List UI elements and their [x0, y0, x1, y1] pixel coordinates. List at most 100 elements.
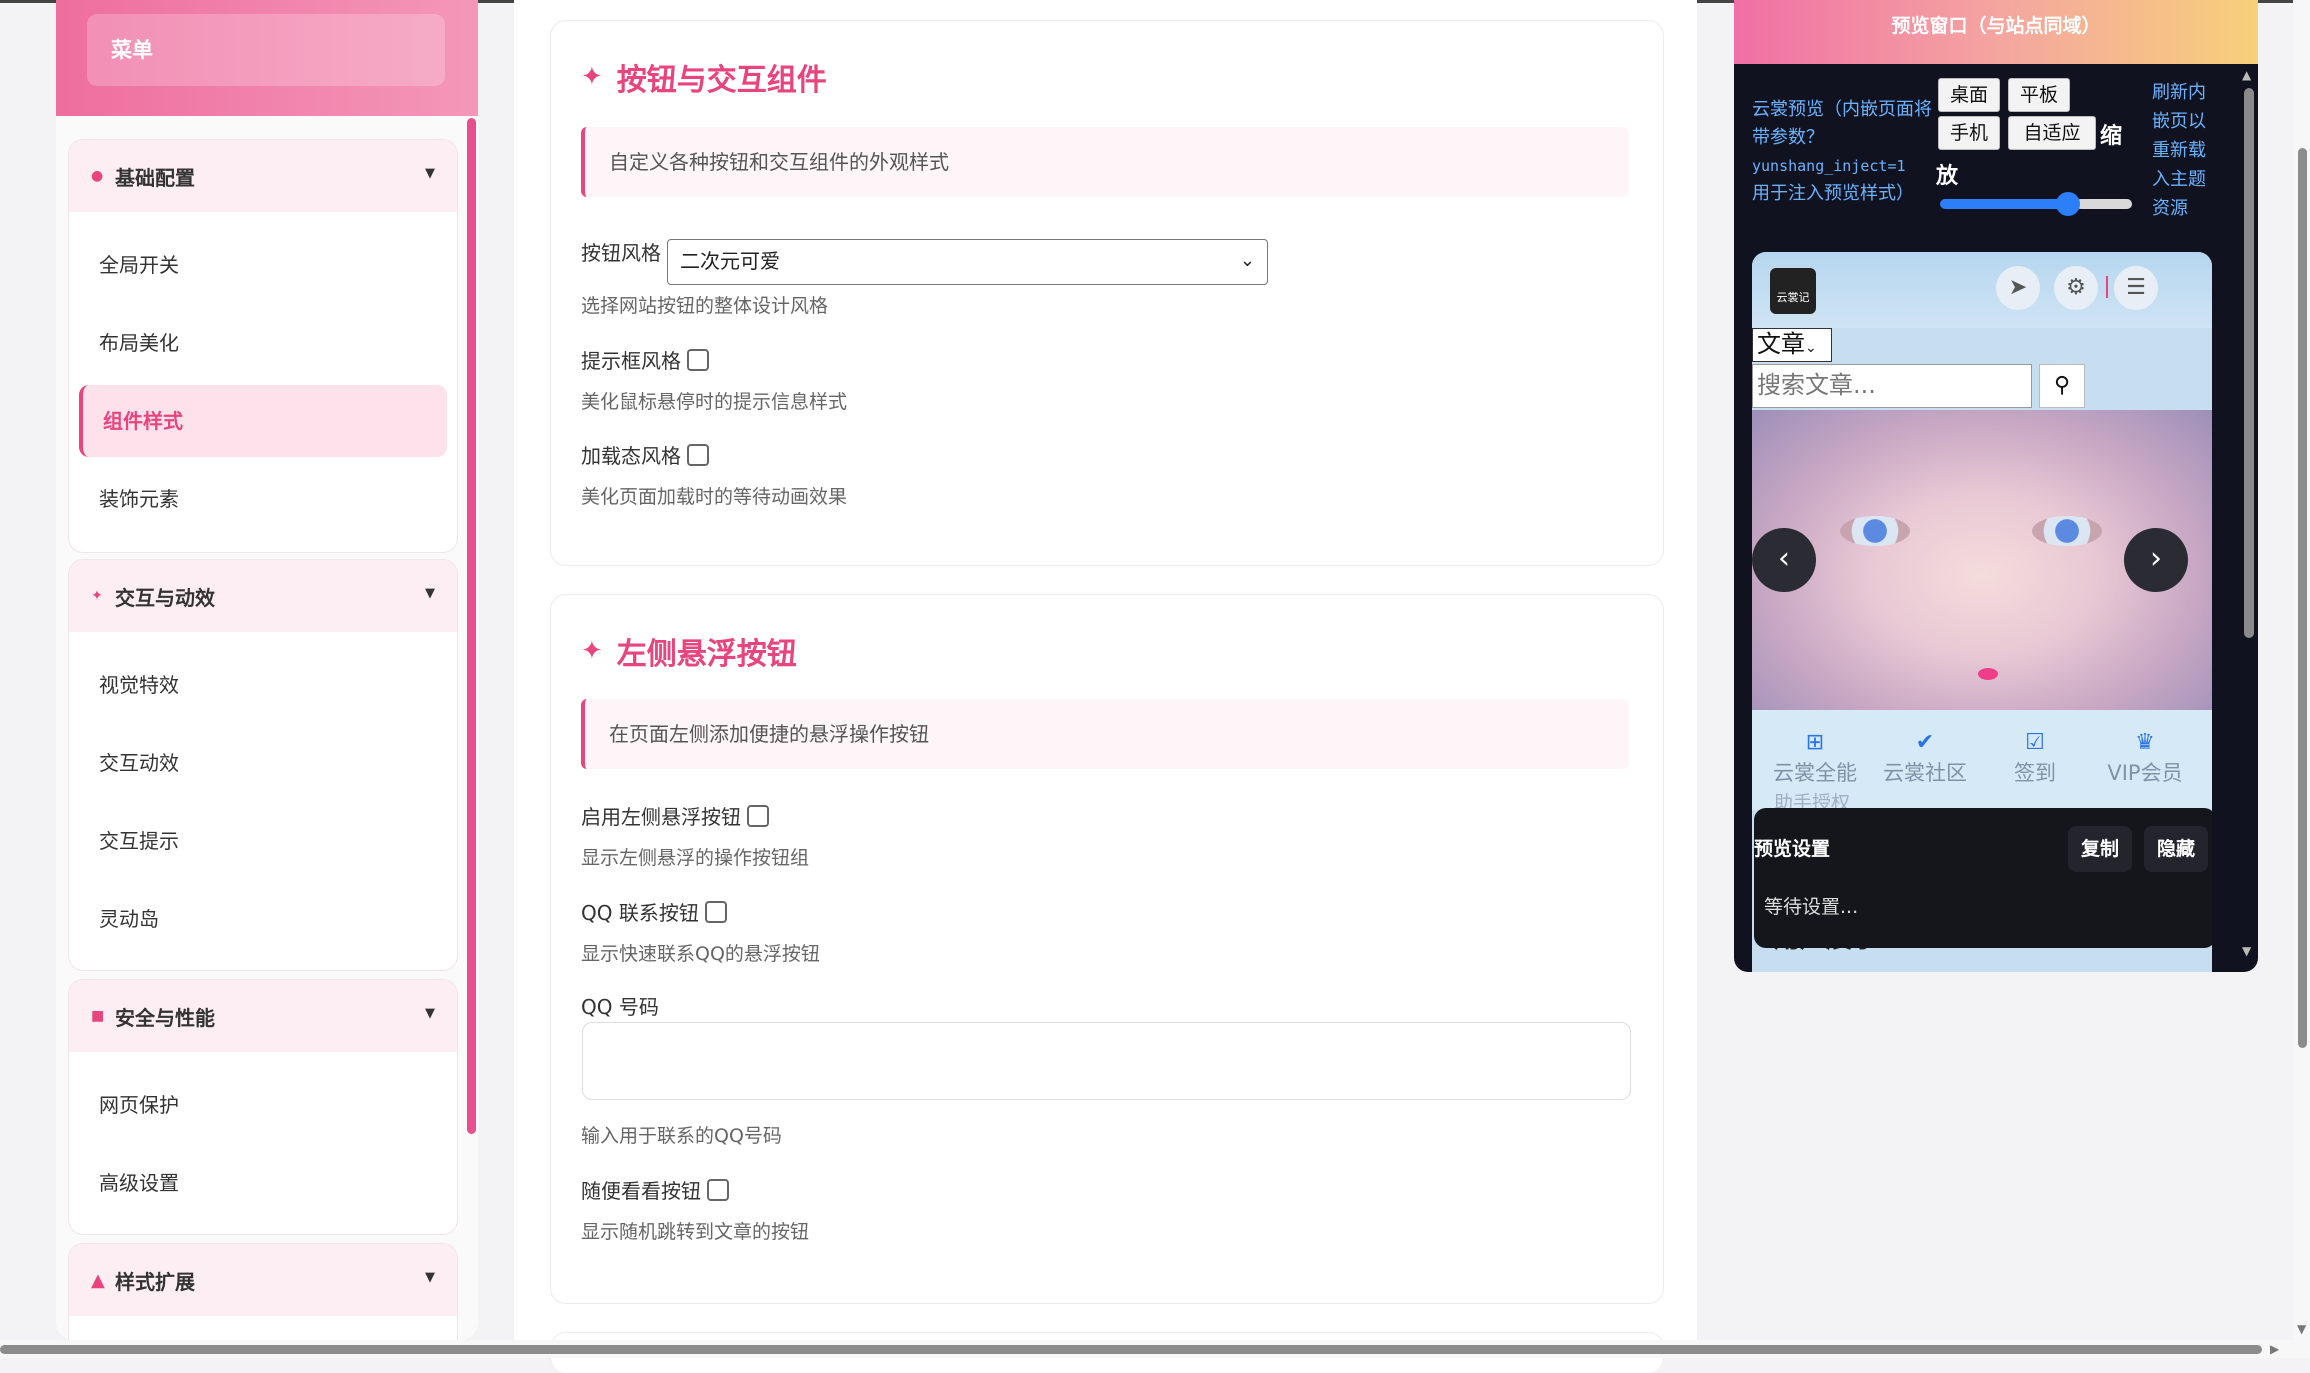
carousel-prev-icon[interactable]: ‹ — [1752, 528, 1816, 592]
check-circle-icon: ✔ — [1915, 730, 1935, 755]
quick-link-label: 签到 — [2014, 761, 2056, 785]
category-select[interactable]: 文章⌄ — [1752, 328, 1832, 362]
site-header: 云裳记 ➤ ⚙ ☰ — [1752, 252, 2212, 328]
zoom-label-2: 放 — [1936, 164, 1959, 189]
site-search-input[interactable]: 搜索文章... — [1752, 364, 2032, 408]
hero-image-detail — [1978, 668, 1998, 680]
popup-title: 预览设置 — [1754, 838, 1831, 860]
embedded-site-preview: 云裳记 ➤ ⚙ ☰ 文章⌄ 搜索文章... ⚲ ‹ › ⊞ 云裳全能 ✔ 云裳社区 … — [1752, 252, 2212, 972]
menu-title[interactable]: 菜单 — [87, 14, 445, 86]
main-content: ✦ 按钮与交互组件 自定义各种按钮和交互组件的外观样式 按钮风格 二次元可爱 ⌄… — [514, 0, 1697, 1373]
group-header-basic[interactable]: ● 基础配置 ▼ — [69, 140, 457, 212]
tooltip-style-label: 提示框风格 — [581, 349, 681, 373]
sidebar-item-global-switch[interactable]: 全局开关 — [69, 226, 457, 304]
zoom-slider-rest — [2076, 199, 2132, 209]
device-desktop-button[interactable]: 桌面 — [1938, 78, 2000, 112]
sidebar-item-advanced[interactable]: 高级设置 — [69, 1144, 457, 1222]
select-value: 二次元可爱 — [680, 249, 780, 273]
card-title: ✦ 按钮与交互组件 — [581, 55, 827, 99]
scroll-up-arrow-icon[interactable]: ▲ — [2242, 68, 2251, 82]
sidebar-item-interaction-tips[interactable]: 交互提示 — [69, 802, 457, 880]
qq-button-label: QQ 联系按钮 — [581, 901, 699, 925]
device-mobile-button[interactable]: 手机 — [1938, 116, 2000, 150]
sidebar-scrollbar[interactable] — [467, 118, 476, 1134]
preview-panel: 预览窗口（与站点同域） 云裳预览（内嵌页面将带参数？ yunshang_inje… — [1734, 0, 2258, 972]
sparkle-icon: ✦ — [91, 588, 103, 604]
triangle-icon: ▲ — [91, 1269, 105, 1291]
grid-icon: ⊞ — [1805, 730, 1825, 755]
quick-link-checkin[interactable]: ☑ 签到 — [1980, 730, 2090, 787]
menu-header: 菜单 — [56, 0, 478, 116]
calendar-check-icon: ☑ — [2025, 730, 2045, 755]
quick-link-label: 云裳全能 — [1773, 761, 1857, 785]
copy-button[interactable]: 复制 — [2068, 826, 2132, 872]
loading-style-row: 加载态风格 — [581, 440, 709, 469]
qq-button-checkbox[interactable] — [704, 900, 727, 923]
preview-scrollbar[interactable] — [2244, 88, 2254, 638]
category-select-value: 文章 — [1757, 330, 1805, 358]
search-icon[interactable]: ⚲ — [2039, 364, 2085, 408]
group-header-interaction[interactable]: ✦ 交互与动效 ▼ — [69, 560, 457, 632]
preview-note: 云裳预览（内嵌页面将带参数？ yunshang_inject=1 用于注入预览样… — [1752, 96, 1932, 208]
hero-carousel-image: ‹ › — [1752, 410, 2212, 710]
caret-down-icon: ▼ — [425, 166, 435, 181]
preview-note-text: 云裳预览（内嵌页面将带参数？ — [1752, 99, 1932, 148]
caret-down-icon: ▼ — [425, 1006, 435, 1021]
button-style-label: 按钮风格 — [581, 241, 661, 265]
sidebar-item-page-protect[interactable]: 网页保护 — [69, 1066, 457, 1144]
scroll-down-arrow-icon[interactable]: ▼ — [2297, 1322, 2306, 1336]
sparkle-icon: ✦ — [581, 62, 603, 92]
zoom-slider-thumb[interactable] — [2056, 192, 2080, 216]
enable-float-checkbox[interactable] — [747, 804, 769, 827]
menu-icon[interactable]: ☰ — [2114, 266, 2158, 310]
card-title-text: 左侧悬浮按钮 — [616, 637, 797, 672]
scroll-down-arrow-icon[interactable]: ▼ — [2242, 944, 2251, 958]
scroll-right-arrow-icon[interactable]: ▶ — [2270, 1342, 2279, 1356]
device-tablet-button[interactable]: 平板 — [2008, 78, 2070, 112]
sidebar-item-layout[interactable]: 布局美化 — [69, 304, 457, 382]
device-responsive-button[interactable]: 自适应 — [2008, 116, 2096, 150]
random-button-checkbox[interactable] — [707, 1178, 729, 1201]
qq-number-help: 输入用于联系的QQ号码 — [581, 1125, 782, 1147]
send-icon[interactable]: ➤ — [1996, 266, 2040, 310]
group-header-security[interactable]: ■ 安全与性能 ▼ — [69, 980, 457, 1052]
button-style-select[interactable]: 二次元可爱 ⌄ — [667, 239, 1268, 285]
tooltip-style-checkbox[interactable] — [687, 348, 709, 371]
sidebar-item-decoration[interactable]: 装饰元素 — [69, 460, 457, 538]
page-vertical-scrollbar-thumb[interactable] — [2298, 148, 2307, 1048]
qq-number-input[interactable] — [582, 1022, 1631, 1100]
random-button-row: 随便看看按钮 — [581, 1175, 729, 1204]
group-header-style-ext[interactable]: ▲ 样式扩展 ▼ — [69, 1244, 457, 1316]
site-logo[interactable]: 云裳记 — [1770, 268, 1816, 314]
group-title: 样式扩展 — [115, 1269, 195, 1294]
chevron-down-icon: ⌄ — [1805, 340, 1817, 356]
preview-settings-popup: 预览设置 复制 隐藏 等待设置... — [1754, 808, 2212, 948]
carousel-next-icon[interactable]: › — [2124, 528, 2188, 592]
qq-button-row: QQ 联系按钮 — [581, 897, 727, 926]
sidebar-item-dynamic-island[interactable]: 灵动岛 — [69, 880, 457, 958]
loading-style-checkbox[interactable] — [687, 443, 709, 466]
reload-hint[interactable]: 刷新内嵌页以重新载入主题资源 — [2152, 78, 2222, 223]
sidebar-item-interaction-anim[interactable]: 交互动效 — [69, 724, 457, 802]
sidebar-item-visual-effects[interactable]: 视觉特效 — [69, 646, 457, 724]
dot-icon: ● — [91, 168, 104, 184]
zoom-label: 缩 — [2100, 124, 2123, 149]
group-title: 安全与性能 — [115, 1005, 215, 1030]
quick-link-label: VIP会员 — [2107, 761, 2183, 785]
quick-link-all[interactable]: ⊞ 云裳全能 — [1760, 730, 1870, 787]
hide-button[interactable]: 隐藏 — [2144, 826, 2208, 872]
crown-icon: ♛ — [2135, 730, 2155, 755]
quick-link-vip[interactable]: ♛ VIP会员 — [2090, 730, 2200, 787]
quick-link-community[interactable]: ✔ 云裳社区 — [1870, 730, 1980, 787]
page-horizontal-scrollbar-thumb[interactable] — [0, 1345, 2262, 1354]
popup-status: 等待设置... — [1764, 896, 1859, 918]
random-button-help: 显示随机跳转到文章的按钮 — [581, 1221, 810, 1243]
sidebar-group-security: ■ 安全与性能 ▼ 网页保护 高级设置 — [69, 980, 457, 1234]
enable-float-label: 启用左侧悬浮按钮 — [581, 805, 741, 829]
gear-icon[interactable]: ⚙ — [2054, 266, 2098, 310]
enable-float-row: 启用左侧悬浮按钮 — [581, 801, 769, 830]
card-title-text: 按钮与交互组件 — [616, 63, 827, 98]
sidebar-item-components[interactable]: 组件样式 — [79, 385, 447, 457]
sparkle-icon: ✦ — [581, 636, 603, 666]
tooltip-style-row: 提示框风格 — [581, 345, 709, 374]
